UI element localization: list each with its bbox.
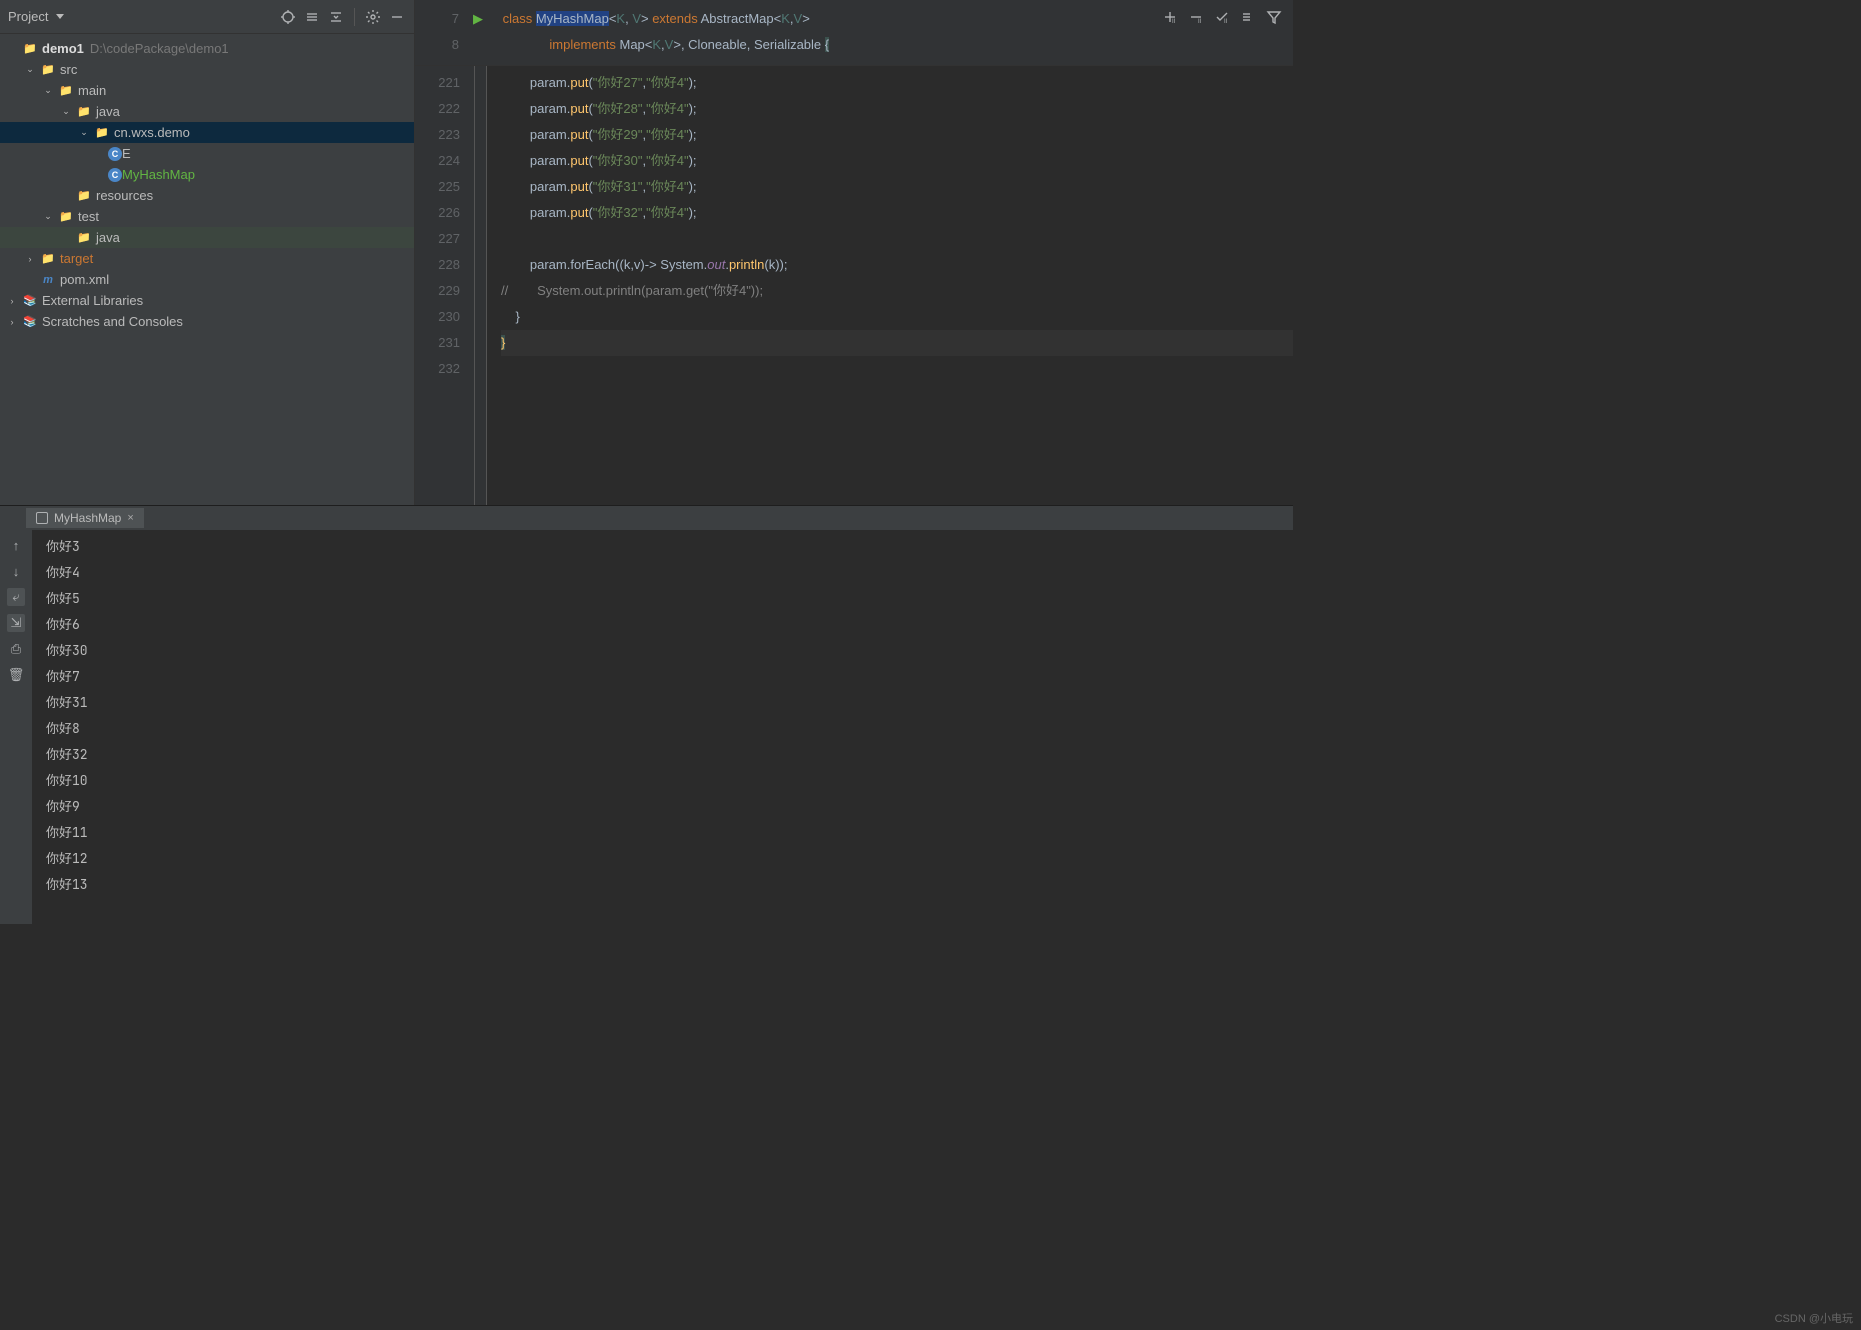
- run-config-icon: [36, 512, 48, 524]
- breadcrumb-code: 7▶ class MyHashMap<K, V> extends Abstrac…: [415, 0, 1293, 66]
- tree-item[interactable]: 📚External Libraries: [0, 290, 414, 311]
- tree-item[interactable]: 📚Scratches and Consoles: [0, 311, 414, 332]
- project-tree[interactable]: 📁demo1D:\codePackage\demo1📁src📁main📁java…: [0, 34, 414, 505]
- run-panel: MyHashMap × ↑ ↓ ⤶ ⇲ ⎙ 🗑 你好3你好4你好5你好6你好30…: [0, 505, 1293, 924]
- collapse-all-icon[interactable]: [327, 8, 345, 26]
- select-all-icon[interactable]: II: [1213, 8, 1231, 26]
- tree-item[interactable]: 📁java: [0, 101, 414, 122]
- soft-wrap-icon[interactable]: ⤶: [7, 588, 25, 606]
- tree-item[interactable]: 📁java: [0, 227, 414, 248]
- svg-text:II: II: [1224, 19, 1228, 25]
- sidebar-title-label: Project: [8, 9, 48, 24]
- svg-text:II: II: [1198, 19, 1202, 25]
- run-tab[interactable]: MyHashMap ×: [26, 508, 144, 528]
- locate-icon[interactable]: [279, 8, 297, 26]
- expand-all-icon[interactable]: [303, 8, 321, 26]
- watermark: CSDN @小电玩: [1775, 1310, 1853, 1326]
- scroll-to-end-icon[interactable]: ⇲: [7, 614, 25, 632]
- editor-body[interactable]: 221222223224225226227228229230231232 par…: [415, 66, 1293, 505]
- editor: 7▶ class MyHashMap<K, V> extends Abstrac…: [415, 0, 1293, 505]
- tree-item[interactable]: 📁test: [0, 206, 414, 227]
- console-toolbar: ↑ ↓ ⤶ ⇲ ⎙ 🗑: [0, 530, 32, 924]
- project-root[interactable]: 📁demo1D:\codePackage\demo1: [0, 38, 414, 59]
- run-tab-label: MyHashMap: [54, 511, 121, 525]
- sidebar-title-dropdown[interactable]: Project: [8, 9, 279, 24]
- print-icon[interactable]: ⎙: [7, 640, 25, 658]
- tree-item[interactable]: 📁resources: [0, 185, 414, 206]
- tree-item[interactable]: 📁src: [0, 59, 414, 80]
- run-tabs: MyHashMap ×: [0, 506, 1293, 530]
- svg-text:II: II: [1172, 19, 1176, 25]
- tree-item[interactable]: mpom.xml: [0, 269, 414, 290]
- remove-selection-icon[interactable]: II: [1187, 8, 1205, 26]
- add-selection-icon[interactable]: II: [1161, 8, 1179, 26]
- clear-icon[interactable]: 🗑: [7, 666, 25, 684]
- divider: [354, 8, 355, 26]
- minimize-icon[interactable]: [388, 8, 406, 26]
- tree-item[interactable]: 📁target: [0, 248, 414, 269]
- toggle-case-icon[interactable]: [1239, 8, 1257, 26]
- code-area[interactable]: param.put("你好27","你好4"); param.put("你好28…: [487, 66, 1293, 505]
- fold-gutter: [475, 66, 487, 505]
- tree-item[interactable]: 📁cn.wxs.demo: [0, 122, 414, 143]
- project-sidebar: Project 📁demo1D:\codePackage\demo1📁src📁m…: [0, 0, 415, 505]
- scroll-down-icon[interactable]: ↓: [7, 562, 25, 580]
- chevron-down-icon: [56, 14, 64, 19]
- scroll-up-icon[interactable]: ↑: [7, 536, 25, 554]
- console-output[interactable]: 你好3你好4你好5你好6你好30你好7你好31你好8你好32你好10你好9你好1…: [32, 530, 1293, 924]
- gear-icon[interactable]: [364, 8, 382, 26]
- tree-item[interactable]: 📁main: [0, 80, 414, 101]
- close-icon[interactable]: ×: [127, 512, 133, 524]
- filter-icon[interactable]: [1265, 8, 1283, 26]
- tree-item[interactable]: CE: [0, 143, 414, 164]
- line-gutter: 221222223224225226227228229230231232: [415, 66, 475, 505]
- tree-item[interactable]: CMyHashMap: [0, 164, 414, 185]
- sidebar-header: Project: [0, 0, 414, 34]
